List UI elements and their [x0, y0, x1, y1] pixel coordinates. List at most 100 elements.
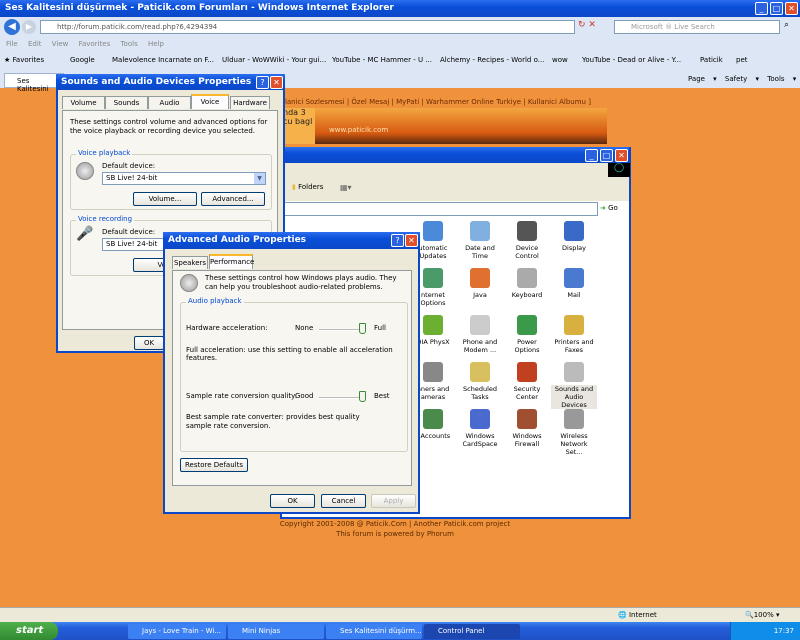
tab-hardware[interactable]: Hardware — [230, 96, 270, 109]
search-icon[interactable]: ⌕ — [784, 20, 789, 30]
close-button[interactable]: ✕ — [270, 76, 283, 89]
control-panel-item-label: Windows CardSpace — [462, 432, 498, 448]
apply-button[interactable]: Apply — [371, 494, 416, 508]
playback-device-select[interactable]: SB Live! 24-bit ▼ — [102, 172, 266, 185]
forum-nav-links[interactable]: llanici Sozlesmesi | Özel Mesaj | MyPati… — [283, 98, 591, 106]
control-panel-item-icon — [517, 409, 537, 429]
tab-speakers[interactable]: Speakers — [172, 256, 208, 269]
advanced-button[interactable]: Advanced... — [201, 192, 265, 206]
ok-button[interactable]: OK — [270, 494, 315, 508]
minimize-button[interactable]: _ — [755, 2, 768, 15]
control-panel-item[interactable]: Sounds and Audio Devices — [551, 362, 597, 409]
address-bar[interactable]: http://forum.paticik.com/read.php?6,4294… — [40, 20, 575, 34]
slider-thumb[interactable] — [359, 391, 366, 402]
close-button[interactable]: ✕ — [785, 2, 798, 15]
dialog-title: Advanced Audio Properties — [163, 232, 420, 249]
favorites-button[interactable]: ★ Favorites — [4, 56, 44, 64]
favorite-link[interactable]: Malevolence Incarnate on F... — [112, 56, 214, 64]
maximize-button[interactable]: □ — [600, 149, 613, 162]
volume-button[interactable]: Volume... — [133, 192, 197, 206]
help-button[interactable]: ? — [256, 76, 269, 89]
control-panel-item[interactable]: Date and Time — [457, 221, 503, 260]
tab-volume[interactable]: Volume — [62, 96, 105, 109]
control-panel-item[interactable]: Windows CardSpace — [457, 409, 503, 448]
favorite-link[interactable]: Alchemy - Recipes - World o... — [440, 56, 544, 64]
advanced-audio-dialog: Advanced Audio Properties ? ✕ Speakers P… — [163, 232, 420, 514]
speaker-icon — [180, 274, 198, 292]
favorite-link[interactable]: YouTube - Dead or Alive - Y... — [582, 56, 681, 64]
favorite-link[interactable]: Google — [70, 56, 95, 64]
control-panel-item[interactable]: Windows Firewall — [504, 409, 550, 448]
favorite-link[interactable]: Paticik — [700, 56, 723, 64]
search-input[interactable]: Microsoft ® Live Search — [614, 20, 780, 34]
hw-acceleration-label: Hardware acceleration: — [186, 324, 268, 332]
tab-audio[interactable]: Audio — [148, 96, 191, 109]
system-tray: 17:37 — [730, 622, 800, 640]
favorite-link[interactable]: wow — [552, 56, 568, 64]
go-button[interactable]: ➜ Go — [600, 204, 618, 212]
control-panel-item-icon — [423, 315, 443, 335]
taskbar-item[interactable]: Ses Kalitesini düşürm... — [326, 624, 422, 639]
control-panel-item[interactable]: Printers and Faxes — [551, 315, 597, 354]
browser-tab[interactable]: Ses Kalitesini — [4, 73, 64, 93]
taskbar-item[interactable]: Jays - Love Train - Wi... — [128, 624, 226, 639]
menu-bar[interactable]: File Edit View Favorites Tools Help — [6, 40, 164, 48]
control-panel-item[interactable]: Security Center — [504, 362, 550, 401]
control-panel-item[interactable]: Java — [457, 268, 503, 299]
folders-button[interactable]: ▮ Folders — [292, 183, 323, 191]
src-max-label: Best — [374, 392, 390, 400]
control-panel-item[interactable]: Mail — [551, 268, 597, 299]
control-panel-item-icon — [423, 221, 443, 241]
src-quality-slider[interactable] — [319, 391, 366, 402]
views-button[interactable]: ▦▾ — [340, 183, 352, 192]
ok-button[interactable]: OK — [134, 336, 164, 350]
control-panel-item-label: Wireless Network Set... — [560, 432, 588, 456]
close-button[interactable]: ✕ — [405, 234, 418, 247]
favorite-link[interactable]: Ulduar - WoWWiki - Your gui... — [222, 56, 326, 64]
control-panel-item[interactable]: Wireless Network Set... — [551, 409, 597, 456]
src-min-label: Good — [295, 392, 314, 400]
control-panel-item-label: Security Center — [513, 385, 541, 401]
control-panel-item[interactable]: Power Options — [504, 315, 550, 354]
control-panel-item-icon — [564, 315, 584, 335]
control-panel-item[interactable]: Phone and Modem ... — [457, 315, 503, 354]
close-button[interactable]: ✕ — [615, 149, 628, 162]
cp-address-bar[interactable] — [282, 202, 598, 216]
hw-acceleration-slider[interactable] — [319, 323, 366, 334]
control-panel-item-icon — [470, 315, 490, 335]
zoom-control[interactable]: 🔍100% ▾ — [745, 611, 779, 619]
dialog-title: Sounds and Audio Devices Properties — [56, 74, 285, 90]
control-panel-item-label: Keyboard — [511, 291, 543, 299]
ie-status-bar: 🌐 Internet 🔍100% ▾ — [0, 607, 800, 622]
help-button[interactable]: ? — [391, 234, 404, 247]
forum-footer: Copyright 2001-2008 @ Paticik.Com | Anot… — [279, 520, 511, 538]
forward-button[interactable]: ▶ — [22, 20, 36, 34]
tab-voice[interactable]: Voice — [191, 94, 229, 109]
control-panel-item[interactable]: Display — [551, 221, 597, 252]
minimize-button[interactable]: _ — [585, 149, 598, 162]
start-button[interactable]: start — [0, 622, 58, 640]
control-panel-item-icon — [564, 362, 584, 382]
cancel-button[interactable]: Cancel — [321, 494, 366, 508]
maximize-button[interactable]: □ — [770, 2, 783, 15]
control-panel-item-label: Scheduled Tasks — [463, 385, 497, 401]
control-panel-item-icon — [564, 221, 584, 241]
control-panel-item[interactable]: Keyboard — [504, 268, 550, 299]
back-button[interactable]: ◀ — [4, 19, 20, 35]
control-panel-item[interactable]: Device Control — [504, 221, 550, 260]
tab-performance[interactable]: Performance — [209, 254, 254, 269]
control-panel-item-label: Printers and Faxes — [554, 338, 594, 354]
restore-defaults-button[interactable]: Restore Defaults — [180, 458, 248, 472]
taskbar-item[interactable]: Control Panel — [424, 624, 520, 639]
refresh-stop-icons[interactable]: ↻ ✕ — [578, 20, 608, 34]
control-panel-item-icon — [423, 362, 443, 382]
control-panel-item[interactable]: Scheduled Tasks — [457, 362, 503, 401]
control-panel-item-icon — [470, 362, 490, 382]
taskbar-item[interactable]: Mini Ninjas — [228, 624, 324, 639]
control-panel-item-icon — [517, 221, 537, 241]
command-bar[interactable]: Page ▾ Safety ▾ Tools ▾ — [688, 75, 796, 83]
favorite-link[interactable]: pet — [736, 56, 748, 64]
favorite-link[interactable]: YouTube - MC Hammer - U ... — [332, 56, 432, 64]
tab-sounds[interactable]: Sounds — [105, 96, 148, 109]
slider-thumb[interactable] — [359, 323, 366, 334]
